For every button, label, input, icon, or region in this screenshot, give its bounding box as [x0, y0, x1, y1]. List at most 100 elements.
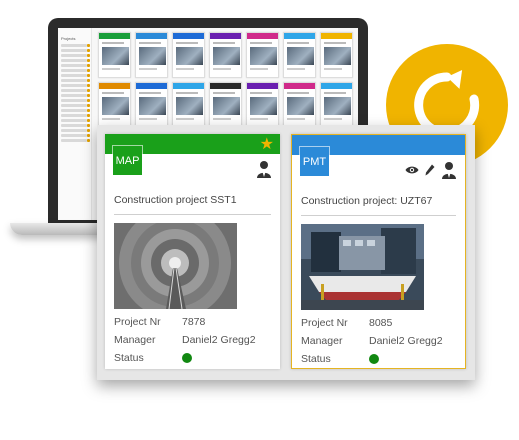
mini-card-image — [324, 97, 351, 115]
mini-card-header — [247, 83, 278, 89]
mini-card-image — [287, 47, 314, 65]
sidebar-row[interactable] — [61, 89, 90, 92]
pencil-icon[interactable] — [425, 164, 435, 176]
sidebar-row[interactable] — [61, 124, 90, 127]
mini-project-card[interactable] — [283, 82, 316, 128]
sidebar-row[interactable] — [61, 129, 90, 132]
mini-card-title — [213, 92, 235, 94]
sidebar-row[interactable] — [61, 114, 90, 117]
divider — [301, 215, 456, 216]
sidebar-row[interactable] — [61, 119, 90, 122]
mini-card-meta — [176, 118, 194, 120]
mini-card-header — [173, 83, 204, 89]
mini-card-meta — [213, 118, 231, 120]
mini-project-card[interactable] — [320, 32, 353, 78]
sidebar-row[interactable] — [61, 44, 90, 47]
project-title[interactable]: Construction project: UZT67 — [301, 195, 432, 207]
mini-card-meta — [102, 68, 120, 70]
mini-project-card[interactable] — [283, 32, 316, 78]
status-label: Status — [301, 353, 331, 365]
status-indicator — [182, 353, 192, 363]
mini-card-title — [213, 42, 235, 44]
project-type-badge: PMT — [300, 147, 329, 176]
project-image-tunnel — [114, 223, 237, 309]
sidebar-row[interactable] — [61, 69, 90, 72]
mini-project-card[interactable] — [172, 32, 205, 78]
mini-card-meta — [250, 118, 268, 120]
sidebar-row[interactable] — [61, 49, 90, 52]
mini-card-header — [210, 83, 241, 89]
mini-card-header — [247, 33, 278, 39]
person-icon[interactable] — [441, 161, 457, 179]
mini-project-card[interactable] — [98, 82, 131, 128]
sidebar-row[interactable] — [61, 59, 90, 62]
mini-card-title — [176, 42, 198, 44]
mini-card-meta — [250, 68, 268, 70]
mini-card-image — [250, 97, 277, 115]
mini-project-card[interactable] — [135, 32, 168, 78]
screen-sidebar: Projects — [58, 28, 92, 220]
sidebar-row[interactable] — [61, 104, 90, 107]
sidebar-row[interactable] — [61, 134, 90, 137]
mini-card-title — [102, 92, 124, 94]
mini-project-card[interactable] — [320, 82, 353, 128]
mini-card-meta — [102, 118, 120, 120]
manager-label: Manager — [114, 334, 156, 346]
mini-card-title — [250, 42, 272, 44]
project-card[interactable]: PMT Construction project: UZT67 Project … — [291, 134, 466, 369]
sidebar-row[interactable] — [61, 139, 90, 142]
mini-card-header — [284, 33, 315, 39]
mini-card-image — [213, 47, 240, 65]
project-card[interactable]: ★ MAP Construction project SST1 Project … — [105, 134, 280, 369]
mini-project-card[interactable] — [135, 82, 168, 128]
mini-project-card[interactable] — [172, 82, 205, 128]
mini-card-meta — [324, 68, 342, 70]
mini-project-card[interactable] — [209, 82, 242, 128]
mini-card-title — [324, 92, 346, 94]
card-actions — [405, 161, 457, 179]
person-icon[interactable] — [256, 160, 272, 183]
mini-project-card[interactable] — [209, 32, 242, 78]
sidebar-row[interactable] — [61, 109, 90, 112]
mini-card-title — [139, 42, 161, 44]
mini-card-header — [210, 33, 241, 39]
sidebar-row[interactable] — [61, 64, 90, 67]
mini-card-image — [139, 47, 166, 65]
project-cards-panel: ★ MAP Construction project SST1 Project … — [97, 125, 475, 380]
project-title[interactable]: Construction project SST1 — [114, 194, 237, 206]
mini-card-title — [287, 42, 309, 44]
mini-card-header — [321, 83, 352, 89]
mini-card-header — [99, 33, 130, 39]
status-label: Status — [114, 352, 144, 364]
star-icon[interactable]: ★ — [260, 137, 274, 153]
mini-card-title — [287, 92, 309, 94]
mini-card-header — [321, 33, 352, 39]
mini-card-title — [139, 92, 161, 94]
project-nr-value: 8085 — [369, 317, 393, 329]
sidebar-row[interactable] — [61, 99, 90, 102]
sidebar-row[interactable] — [61, 74, 90, 77]
mini-card-header — [284, 83, 315, 89]
mini-card-title — [102, 42, 124, 44]
mini-project-card[interactable] — [246, 32, 279, 78]
project-nr-label: Project Nr — [301, 317, 348, 329]
mini-card-meta — [287, 68, 305, 70]
mini-project-card[interactable] — [246, 82, 279, 128]
mini-card-meta — [139, 118, 157, 120]
mini-card-image — [176, 47, 203, 65]
mini-card-meta — [213, 68, 231, 70]
mini-card-image — [102, 97, 129, 115]
sidebar-row[interactable] — [61, 94, 90, 97]
sidebar-row[interactable] — [61, 84, 90, 87]
project-type-badge: MAP — [113, 146, 142, 175]
project-meta: Project Nr 8085 Manager Daniel2 Gregg2 Sta… — [301, 314, 443, 368]
sidebar-row[interactable] — [61, 79, 90, 82]
mini-project-card[interactable] — [98, 32, 131, 78]
eye-icon[interactable] — [405, 165, 419, 175]
mini-card-meta — [139, 68, 157, 70]
mini-card-meta — [176, 68, 194, 70]
mini-card-header — [99, 83, 130, 89]
mini-card-image — [213, 97, 240, 115]
sidebar-row[interactable] — [61, 54, 90, 57]
mini-card-header — [136, 83, 167, 89]
